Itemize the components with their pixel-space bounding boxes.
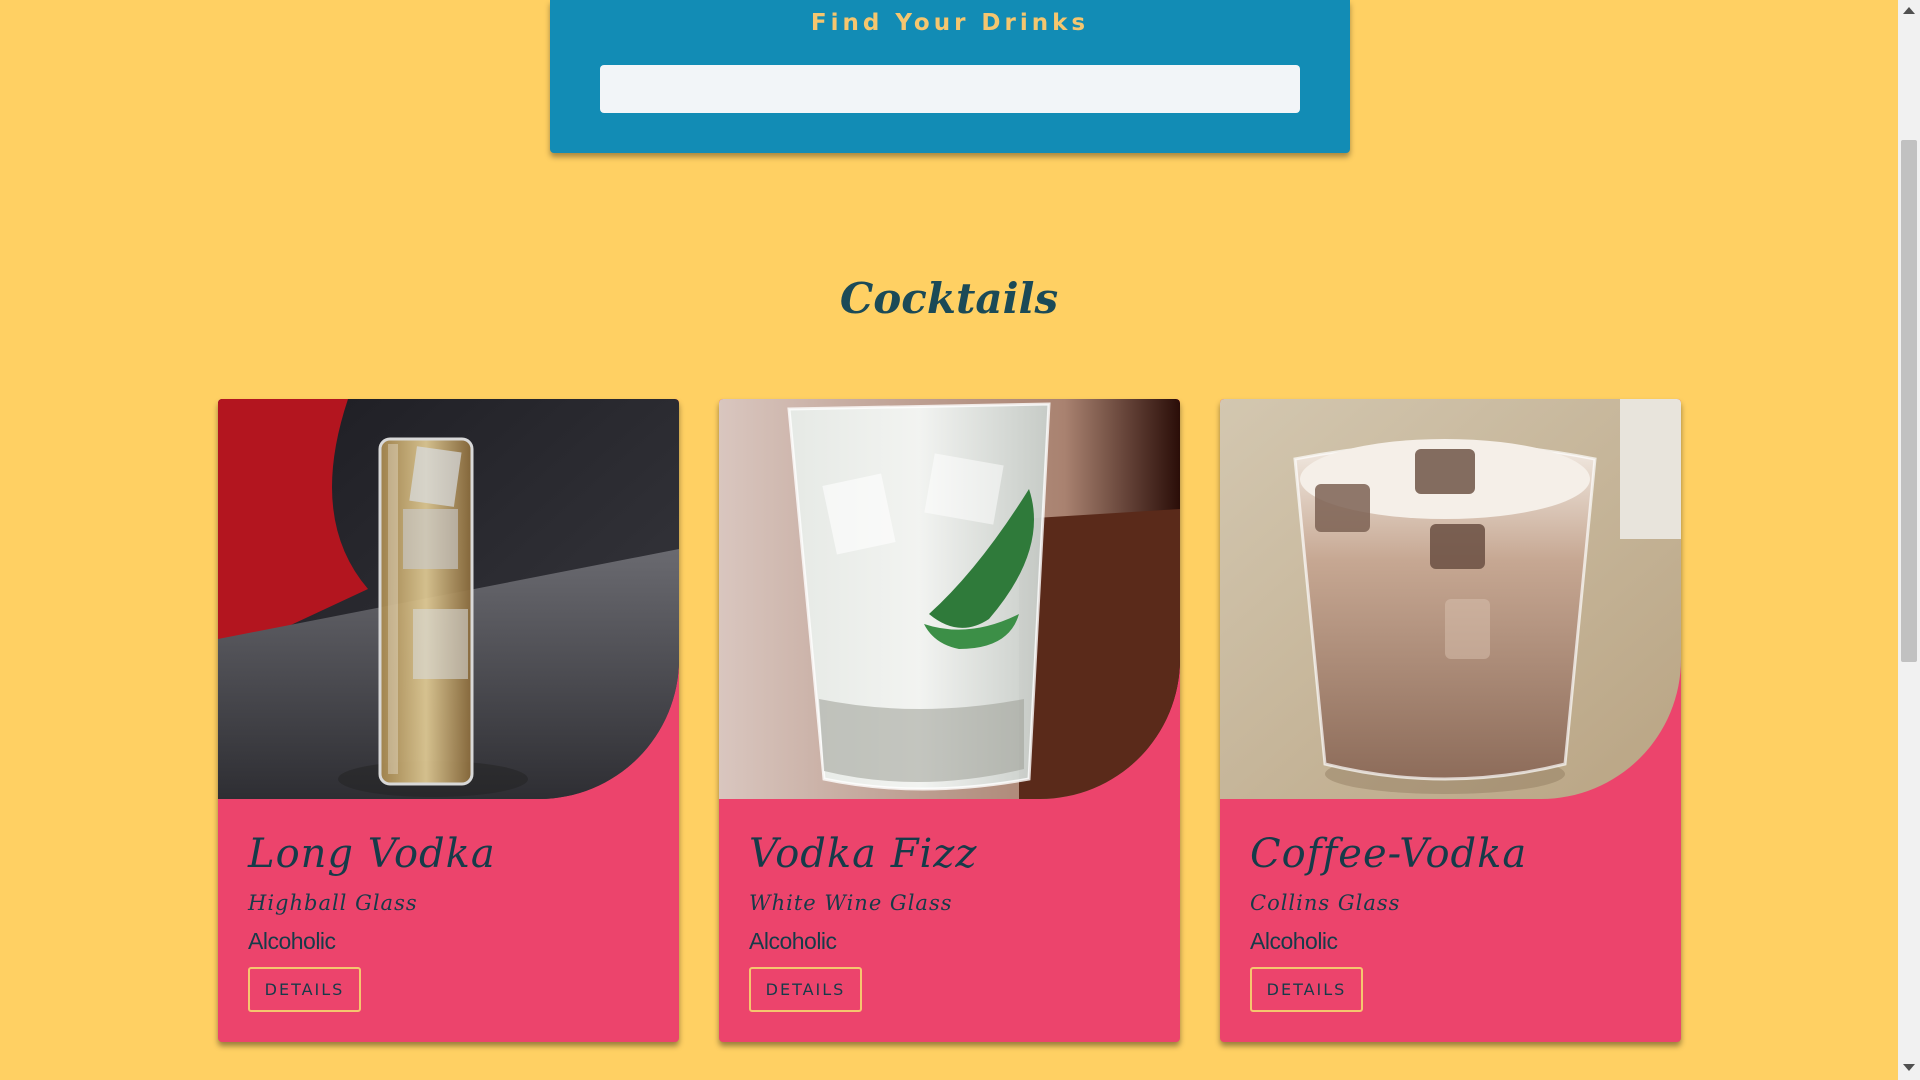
cocktail-name: Vodka Fizz <box>749 831 978 877</box>
cocktail-image <box>719 399 1180 799</box>
cocktail-image <box>218 399 679 799</box>
cocktail-glass: White Wine Glass <box>749 891 953 915</box>
scroll-down-arrow-icon[interactable] <box>1903 1064 1915 1071</box>
cocktail-type: Alcoholic <box>749 928 837 954</box>
cocktail-card: Coffee-Vodka Collins Glass Alcoholic DET… <box>1220 399 1681 1042</box>
details-button[interactable]: DETAILS <box>1250 967 1363 1012</box>
scroll-up-arrow-icon[interactable] <box>1903 7 1915 14</box>
section-title: Cocktails <box>839 274 1059 323</box>
cocktail-name: Long Vodka <box>248 831 496 877</box>
search-panel: Find Your Drinks <box>550 0 1350 153</box>
scrollbar-thumb[interactable] <box>1901 140 1917 662</box>
cocktail-name: Coffee-Vodka <box>1250 831 1528 877</box>
cocktail-type: Alcoholic <box>1250 928 1338 954</box>
cocktail-type: Alcoholic <box>248 928 336 954</box>
details-button[interactable]: DETAILS <box>248 967 361 1012</box>
cocktail-glass: Highball Glass <box>248 891 418 915</box>
search-title: Find Your Drinks <box>810 10 1090 36</box>
details-button[interactable]: DETAILS <box>749 967 862 1012</box>
search-input[interactable] <box>600 65 1300 113</box>
cocktail-card: Vodka Fizz White Wine Glass Alcoholic DE… <box>719 399 1180 1042</box>
cocktail-image <box>1220 399 1681 799</box>
page: Find Your Drinks Cocktails Long Vodka Hi… <box>0 0 1920 1080</box>
cocktail-glass: Collins Glass <box>1250 891 1401 915</box>
cocktail-card: Long Vodka Highball Glass Alcoholic DETA… <box>218 399 679 1042</box>
